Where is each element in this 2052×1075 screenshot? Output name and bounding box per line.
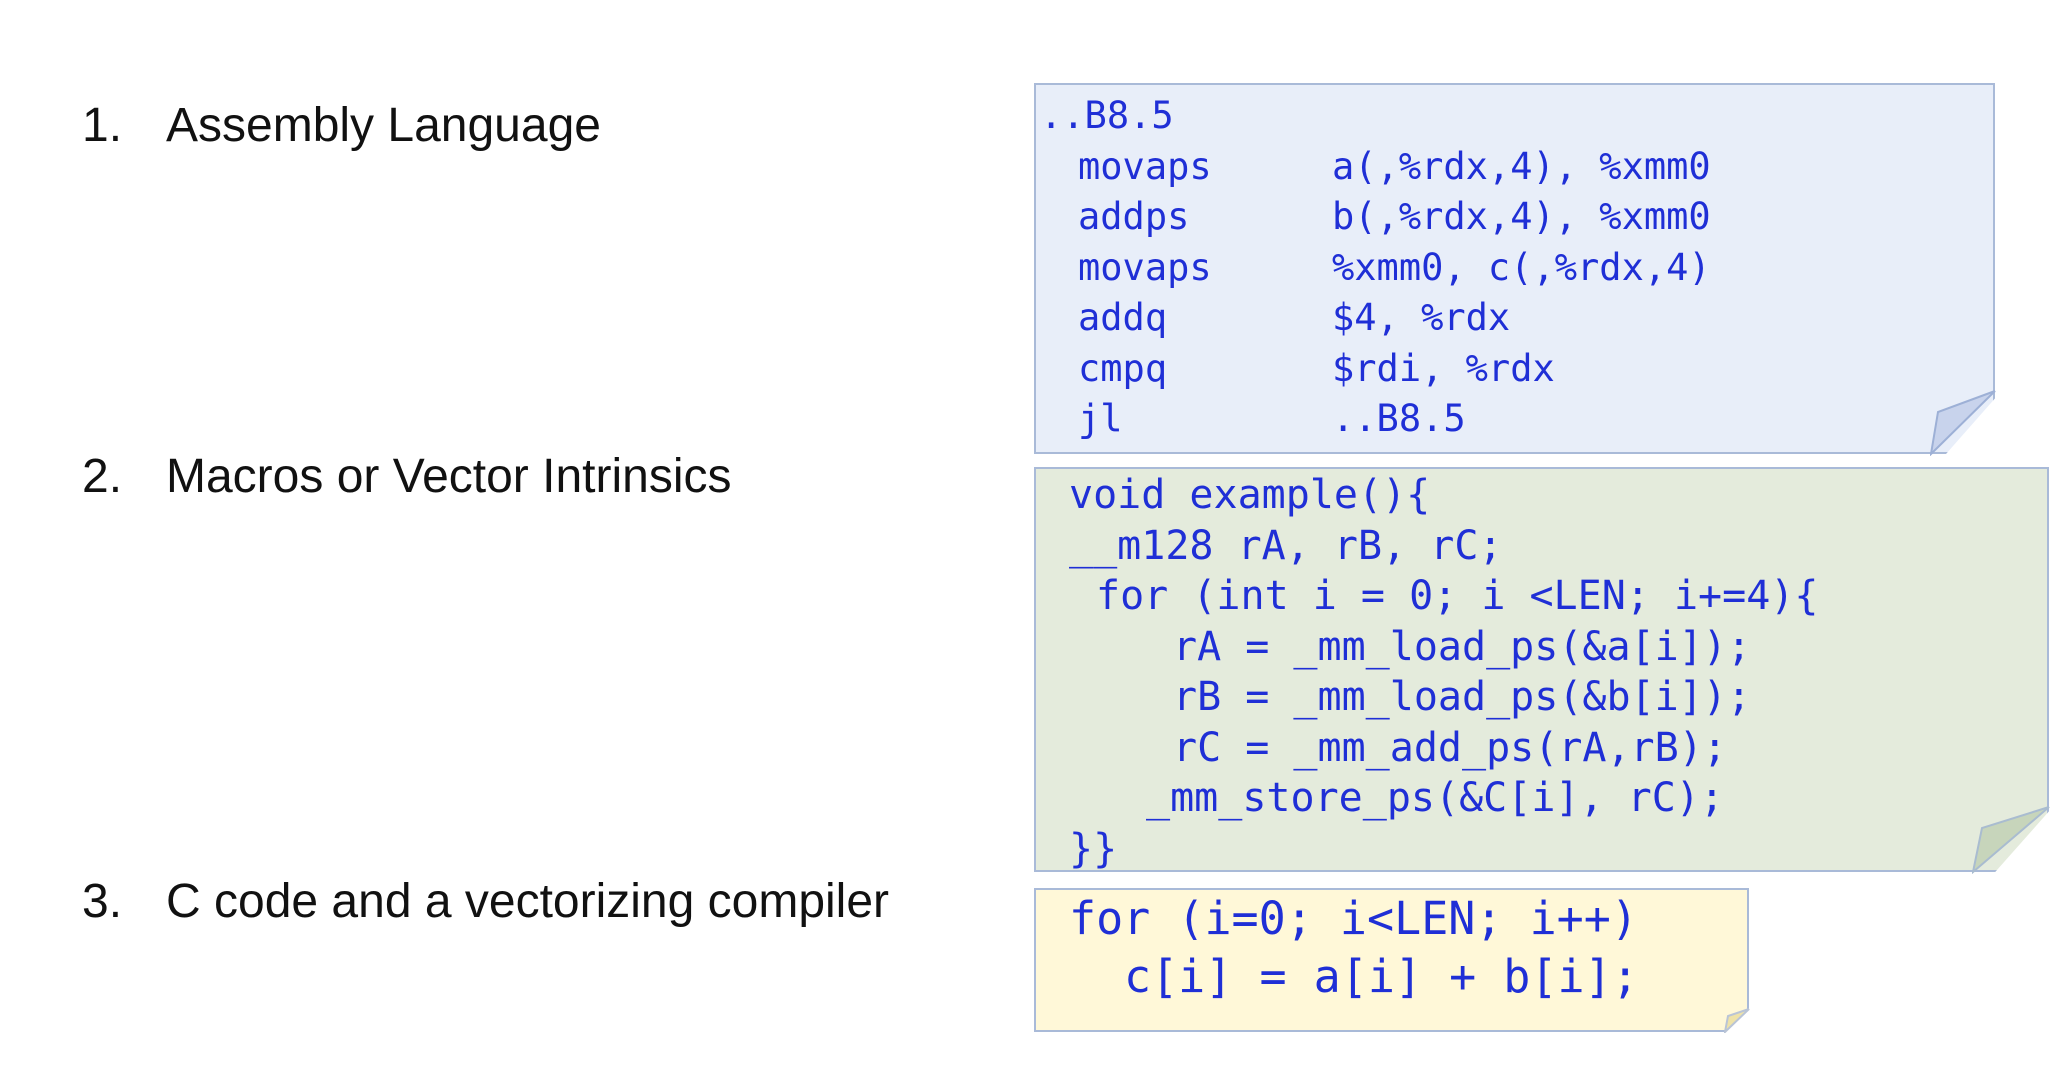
code-op: movaps: [1078, 246, 1212, 289]
intrinsics-code-box: void example(){ __m128 rA, rB, rC; for (…: [1034, 467, 2049, 872]
code-args: %xmm0, c(,%rdx,4): [1332, 246, 1711, 289]
code-line: for (i=0; i<LEN; i++): [1069, 892, 1638, 945]
list-number: 1.: [82, 98, 123, 152]
list-item-c-code: 3. C code and a vectorizing compiler: [82, 871, 889, 931]
list-item-assembly: 1. Assembly Language: [82, 95, 601, 155]
code-args: $4, %rdx: [1332, 296, 1511, 339]
code-line: void example(){: [1069, 472, 1431, 518]
code-label: ..B8.5: [1040, 94, 1174, 137]
code-line: rB = _mm_load_ps(&b[i]);: [1173, 674, 1751, 720]
code-line: __m128 rA, rB, rC;: [1069, 523, 1503, 569]
code-op: addq: [1078, 296, 1168, 339]
code-line: for (int i = 0; i <LEN; i+=4){: [1096, 573, 1819, 619]
page-fold-icon: [1972, 806, 2050, 874]
page-fold-icon: [1930, 390, 1996, 456]
code-line: rC = _mm_add_ps(rA,rB);: [1173, 725, 1727, 771]
list-label: Macros or Vector Intrinsics: [166, 449, 732, 503]
list-number: 3.: [82, 874, 123, 928]
code-line: _mm_store_ps(&C[i], rC);: [1146, 775, 1724, 821]
list-item-intrinsics: 2. Macros or Vector Intrinsics: [82, 446, 732, 506]
code-args: b(,%rdx,4), %xmm0: [1332, 195, 1711, 238]
code-args: ..B8.5: [1332, 397, 1466, 440]
page-fold-icon: [1724, 1008, 1750, 1033]
code-line: }}: [1069, 826, 1118, 872]
code-op: movaps: [1078, 145, 1212, 188]
code-args: $rdi, %rdx: [1332, 347, 1555, 390]
code-op: cmpq: [1078, 347, 1168, 390]
code-args: a(,%rdx,4), %xmm0: [1332, 145, 1711, 188]
code-op: addps: [1078, 195, 1190, 238]
assembly-code-box: ..B8.5 movaps a(,%rdx,4), %xmm0 addps b(…: [1034, 83, 1995, 454]
list-label: Assembly Language: [166, 98, 601, 152]
code-op: jl: [1078, 397, 1123, 440]
code-line: c[i] = a[i] + b[i];: [1124, 950, 1639, 1003]
c-code-box: for (i=0; i<LEN; i++) c[i] = a[i] + b[i]…: [1034, 888, 1749, 1032]
code-line: rA = _mm_load_ps(&a[i]);: [1173, 624, 1751, 670]
list-number: 2.: [82, 449, 123, 503]
list-label: C code and a vectorizing compiler: [166, 874, 890, 928]
